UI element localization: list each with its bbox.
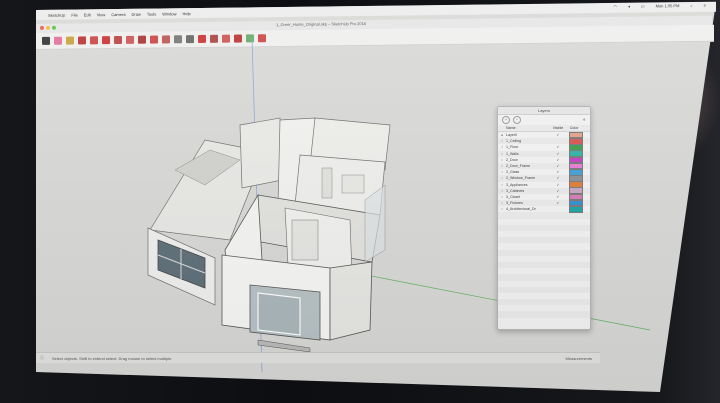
info-icon[interactable]: ⓘ: [40, 355, 44, 361]
layers-panel-title: Layers: [498, 107, 590, 115]
layer-name[interactable]: 1_Walls: [506, 152, 550, 156]
measurements-label: Measurements: [565, 355, 592, 361]
visible-checkbox[interactable]: ✓: [550, 189, 566, 193]
active-layer-radio[interactable]: ○: [498, 152, 506, 156]
add-layer-icon[interactable]: +: [502, 116, 510, 124]
active-layer-radio[interactable]: ○: [498, 139, 506, 143]
layer-name[interactable]: 3_Cabinets: [506, 189, 550, 193]
active-layer-radio[interactable]: ○: [498, 164, 506, 168]
active-layer-radio[interactable]: ○: [498, 158, 506, 162]
layers-list: ● Layer0 ✓ ○ 1_Ceiling ○ 1_Floor ✓ ○ 1_W…: [498, 131, 590, 213]
layer-name[interactable]: 2_Door_Frame: [506, 164, 550, 168]
green-axis: [329, 267, 651, 331]
visible-checkbox[interactable]: ✓: [550, 195, 566, 199]
active-layer-radio[interactable]: ○: [498, 170, 506, 174]
visible-checkbox[interactable]: ✓: [550, 158, 566, 162]
active-layer-radio[interactable]: ○: [498, 183, 506, 187]
layer-name[interactable]: 3_Fixtures: [506, 201, 550, 205]
layer-name[interactable]: 4_Architectural_Dr: [506, 207, 550, 211]
active-layer-radio[interactable]: ○: [498, 189, 506, 193]
model-viewport[interactable]: [0, 0, 720, 403]
active-layer-radio[interactable]: ○: [498, 145, 506, 149]
visible-checkbox[interactable]: ✓: [550, 183, 566, 187]
active-layer-radio[interactable]: ○: [498, 176, 506, 180]
layer-name[interactable]: 2_Window_Frame: [506, 176, 550, 180]
visible-checkbox[interactable]: ✓: [550, 145, 566, 149]
active-layer-radio[interactable]: ○: [498, 207, 506, 211]
layer-name[interactable]: 2_Door: [506, 158, 550, 162]
details-icon[interactable]: ◐: [583, 117, 586, 123]
layer-name[interactable]: 1_Floor: [506, 145, 550, 149]
layer-name[interactable]: 2_Glass: [506, 170, 550, 174]
active-layer-radio[interactable]: ●: [498, 133, 506, 137]
layer-color-swatch[interactable]: [569, 206, 583, 213]
layer-name[interactable]: 3_Closet: [506, 195, 550, 199]
house-model[interactable]: [147, 117, 391, 353]
layer-name[interactable]: 1_Ceiling: [506, 139, 550, 143]
visible-checkbox[interactable]: ✓: [550, 152, 566, 156]
active-layer-radio[interactable]: ○: [498, 195, 506, 199]
layers-panel[interactable]: Layers + − ◐ Name Visible Color ● Layer0…: [497, 106, 591, 330]
visible-checkbox[interactable]: ✓: [550, 176, 566, 180]
visible-checkbox[interactable]: ✓: [550, 201, 566, 205]
color-column-header[interactable]: Color: [566, 126, 582, 130]
visible-checkbox[interactable]: ✓: [550, 164, 566, 168]
active-layer-radio[interactable]: ○: [498, 201, 506, 205]
layer-name[interactable]: 3_Appliances: [506, 183, 550, 187]
visible-checkbox[interactable]: ✓: [550, 133, 566, 137]
layers-panel-toolbar: + − ◐: [498, 115, 590, 125]
name-column-header[interactable]: Name: [506, 126, 550, 130]
status-hint: Select objects. Shift to extend select. …: [52, 355, 173, 361]
layers-empty-area: [498, 212, 590, 323]
visible-checkbox[interactable]: ✓: [550, 170, 566, 174]
delete-layer-icon[interactable]: −: [513, 116, 521, 124]
visible-column-header[interactable]: Visible: [550, 126, 566, 130]
status-bar: ⓘ Select objects. Shift to extend select…: [36, 352, 600, 363]
layer-name[interactable]: Layer0: [506, 133, 550, 137]
